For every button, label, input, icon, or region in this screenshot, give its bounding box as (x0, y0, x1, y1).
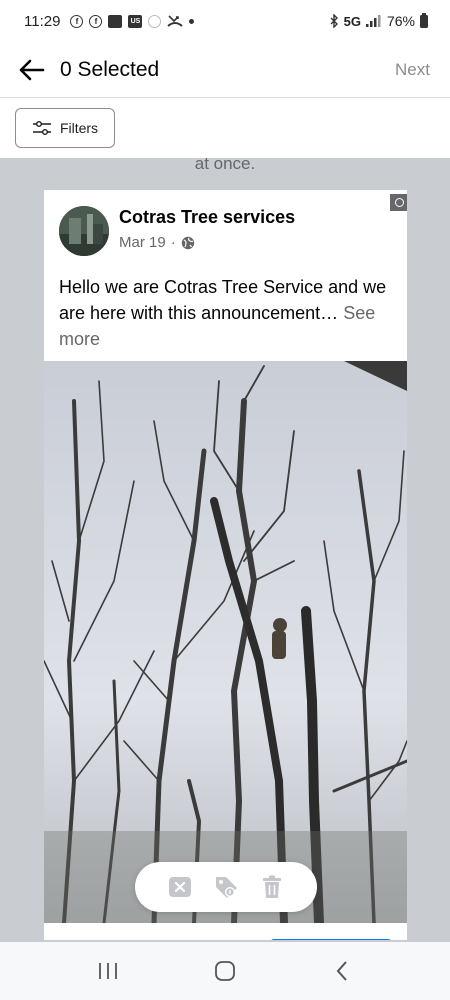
system-back-button[interactable] (322, 951, 362, 991)
home-button[interactable] (205, 951, 245, 991)
post-body: Hello we are Cotras Tree Service and we … (59, 277, 387, 323)
more-notifications-dot (189, 18, 195, 24)
previous-post-text: at once. (194, 158, 256, 173)
app-header: 0 Selected Next (0, 42, 450, 98)
system-nav-bar (0, 942, 450, 1000)
globe-icon (181, 236, 194, 249)
signal-icon (365, 15, 381, 27)
post-photo[interactable] (44, 361, 407, 923)
filters-label: Filters (59, 120, 99, 136)
delete-button[interactable] (258, 873, 286, 901)
post-date[interactable]: Mar 19 (119, 234, 166, 251)
facebook-icon: f (89, 14, 103, 28)
primary-button-edge[interactable] (270, 939, 392, 940)
home-icon (215, 961, 235, 981)
tag-icon (216, 877, 237, 898)
next-button[interactable]: Next (395, 60, 434, 80)
remove-button[interactable] (166, 873, 194, 901)
clock: 11:29 (24, 12, 61, 30)
meta-separator: · (170, 234, 176, 251)
selection-count-title: 0 Selected (60, 57, 160, 81)
facebook-icon: f (70, 14, 84, 28)
remove-icon (169, 877, 191, 897)
trash-icon (263, 875, 281, 898)
battery-icon (420, 12, 428, 28)
page-name[interactable]: Cotras Tree services (119, 207, 295, 228)
status-left: 11:29 f f US (24, 12, 195, 30)
filters-button[interactable]: Filters (15, 108, 115, 148)
post-meta: Mar 19 · (119, 234, 195, 251)
tag-button[interactable] (212, 873, 240, 901)
page-avatar[interactable] (59, 206, 109, 256)
us-app-icon: US (128, 14, 143, 28)
back-button[interactable] (16, 55, 46, 85)
post-text: Hello we are Cotras Tree Service and we … (44, 270, 407, 352)
sliders-icon (32, 121, 51, 135)
arrow-left-icon (19, 59, 45, 80)
bulk-action-bar (135, 862, 317, 912)
news-icon (108, 14, 123, 28)
recents-button[interactable] (88, 951, 128, 991)
post-list[interactable]: at once. Cotras Tree services Mar 19 · H… (0, 158, 450, 940)
bluetooth-icon (330, 14, 338, 28)
missed-call-icon (167, 15, 184, 27)
checkbox-ring-icon (394, 198, 404, 207)
filters-row: Filters (0, 98, 450, 158)
avatar-image (59, 206, 109, 256)
post-header: Cotras Tree services Mar 19 · (44, 190, 407, 270)
post-card[interactable]: Cotras Tree services Mar 19 · Hello we a… (44, 190, 407, 940)
battery-level: 76% (386, 13, 415, 29)
status-right: 5G 76% (329, 12, 428, 29)
data-saver-icon (148, 14, 162, 28)
network-type: 5G (343, 13, 361, 29)
status-bar: 11:29 f f US 5G 76% (0, 0, 450, 42)
back-icon (336, 961, 347, 981)
select-checkbox[interactable] (390, 194, 407, 211)
recents-icon (99, 963, 118, 979)
